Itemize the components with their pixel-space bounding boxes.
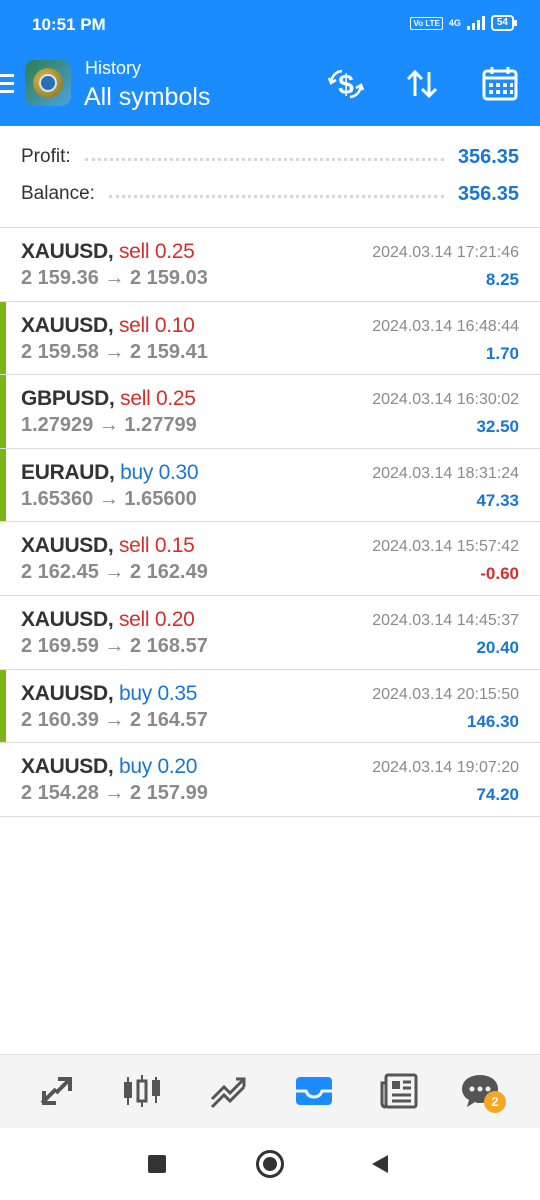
deal-prices: 1.27929 → 1.27799 <box>21 414 197 437</box>
profit-label: Profit: <box>21 146 71 167</box>
volte-icon: Vo LTE <box>410 16 443 30</box>
deal-symbol: EURAUD, buy 0.30 <box>21 460 199 484</box>
deal-symbol: XAUUSD, buy 0.35 <box>21 681 198 705</box>
deal-row[interactable]: XAUUSD, buy 0.35 2 160.39 → 2 164.57 202… <box>0 669 540 744</box>
deal-time: 2024.03.14 15:57:42 <box>372 538 519 556</box>
deal-prices: 1.65360 → 1.65600 <box>21 487 197 510</box>
recents-button[interactable] <box>148 1155 166 1173</box>
trade-icon[interactable] <box>206 1069 250 1113</box>
balance-row: Balance: 356.35 <box>21 179 519 209</box>
deal-prices: 2 160.39 → 2 164.57 <box>21 708 208 731</box>
chat-icon[interactable]: 2 <box>458 1069 506 1113</box>
deal-row[interactable]: EURAUD, buy 0.30 1.65360 → 1.65600 2024.… <box>0 448 540 523</box>
status-icons: Vo LTE 4G 54 <box>410 15 518 31</box>
deal-time: 2024.03.14 20:15:50 <box>372 685 519 703</box>
battery-icon: 54 <box>490 15 518 31</box>
status-time: 10:51 PM <box>32 15 106 34</box>
quotes-icon[interactable] <box>34 1069 78 1113</box>
app-bar: History All symbols $ <box>0 50 540 126</box>
app-logo-icon[interactable] <box>25 60 71 106</box>
news-icon[interactable] <box>378 1069 422 1113</box>
deal-profit: 32.50 <box>476 417 519 437</box>
deal-symbol: XAUUSD, sell 0.15 <box>21 534 195 558</box>
deal-prices: 2 162.45 → 2 162.49 <box>21 561 208 584</box>
deal-side: buy 0.30 <box>120 460 199 484</box>
deal-side: buy 0.35 <box>118 681 198 705</box>
system-nav <box>0 1128 540 1200</box>
deal-prices: 2 159.58 → 2 159.41 <box>21 340 208 363</box>
deal-profit: 1.70 <box>485 343 519 363</box>
deal-symbol: XAUUSD, sell 0.10 <box>21 313 195 337</box>
deal-time: 2024.03.14 17:21:46 <box>372 244 519 261</box>
deal-time: 2024.03.14 18:31:24 <box>372 464 519 482</box>
deal-prices: 2 159.36 → 2 159.03 <box>21 267 208 289</box>
deal-row[interactable]: XAUUSD, sell 0.20 2 169.59 → 2 168.57 20… <box>0 596 540 670</box>
chat-badge: 2 <box>484 1091 506 1113</box>
battery-level: 54 <box>496 17 508 28</box>
profit-value: 356.35 <box>457 145 519 168</box>
signal-icon <box>466 16 485 30</box>
network-type: 4G <box>448 18 461 28</box>
balance-value: 356.35 <box>457 182 519 205</box>
deal-side: sell 0.20 <box>118 607 195 631</box>
deals-list: XAUUSD, sell 0.25 2 159.36 → 2 159.03 20… <box>0 228 540 817</box>
deal-side: sell 0.25 <box>118 240 195 263</box>
deal-profit: -0.60 <box>480 564 519 584</box>
back-button[interactable] <box>370 1154 390 1179</box>
deal-profit: 20.40 <box>476 637 519 657</box>
deal-profit: 47.33 <box>476 490 519 510</box>
deal-side: sell 0.15 <box>118 534 195 558</box>
balance-label: Balance: <box>21 183 95 204</box>
deal-prices: 2 169.59 → 2 168.57 <box>21 634 208 657</box>
svg-text:$: $ <box>338 69 354 100</box>
history-icon[interactable] <box>292 1069 336 1113</box>
profit-row: Profit: 356.35 <box>21 142 519 172</box>
deal-row[interactable]: XAUUSD, sell 0.10 2 159.58 → 2 159.41 20… <box>0 301 540 376</box>
deal-side: buy 0.20 <box>118 755 198 779</box>
deal-symbol: XAUUSD, sell 0.25 <box>21 240 195 263</box>
summary-panel: Profit: 356.35 Balance: 356.35 <box>0 126 540 228</box>
deal-side: sell 0.25 <box>120 387 196 411</box>
deal-time: 2024.03.14 16:48:44 <box>372 317 519 335</box>
deal-symbol: XAUUSD, sell 0.20 <box>21 607 195 631</box>
deal-time: 2024.03.14 16:30:02 <box>372 391 519 409</box>
page-subtitle: History <box>85 58 142 78</box>
status-bar: 10:51 PM Vo LTE 4G 54 <box>0 0 540 50</box>
deal-symbol: GBPUSD, sell 0.25 <box>21 387 196 411</box>
sort-icon[interactable] <box>402 64 442 104</box>
dotted-leader <box>108 194 444 198</box>
deal-row[interactable]: XAUUSD, buy 0.20 2 154.28 → 2 157.99 202… <box>0 743 540 817</box>
deal-row[interactable]: XAUUSD, sell 0.15 2 162.45 → 2 162.49 20… <box>0 522 540 596</box>
deal-time: 2024.03.14 19:07:20 <box>372 759 519 777</box>
deal-profit: 8.25 <box>485 270 519 289</box>
dollar-swap-icon[interactable]: $ <box>326 64 366 104</box>
calendar-icon[interactable] <box>480 64 520 104</box>
menu-icon[interactable] <box>0 74 16 93</box>
home-button[interactable] <box>256 1150 284 1178</box>
dotted-leader <box>84 157 444 161</box>
chart-icon[interactable] <box>120 1069 164 1113</box>
deal-profit: 146.30 <box>467 711 519 731</box>
deal-prices: 2 154.28 → 2 157.99 <box>21 782 208 805</box>
page-title[interactable]: All symbols <box>84 83 210 112</box>
bottom-nav: 2 <box>0 1054 540 1128</box>
deal-profit: 74.20 <box>476 785 519 805</box>
deal-row[interactable]: XAUUSD, sell 0.25 2 159.36 → 2 159.03 20… <box>0 228 540 302</box>
deal-time: 2024.03.14 14:45:37 <box>372 611 519 629</box>
deal-row[interactable]: GBPUSD, sell 0.25 1.27929 → 1.27799 2024… <box>0 375 540 449</box>
deal-side: sell 0.10 <box>118 313 195 337</box>
deal-symbol: XAUUSD, buy 0.20 <box>21 755 198 779</box>
